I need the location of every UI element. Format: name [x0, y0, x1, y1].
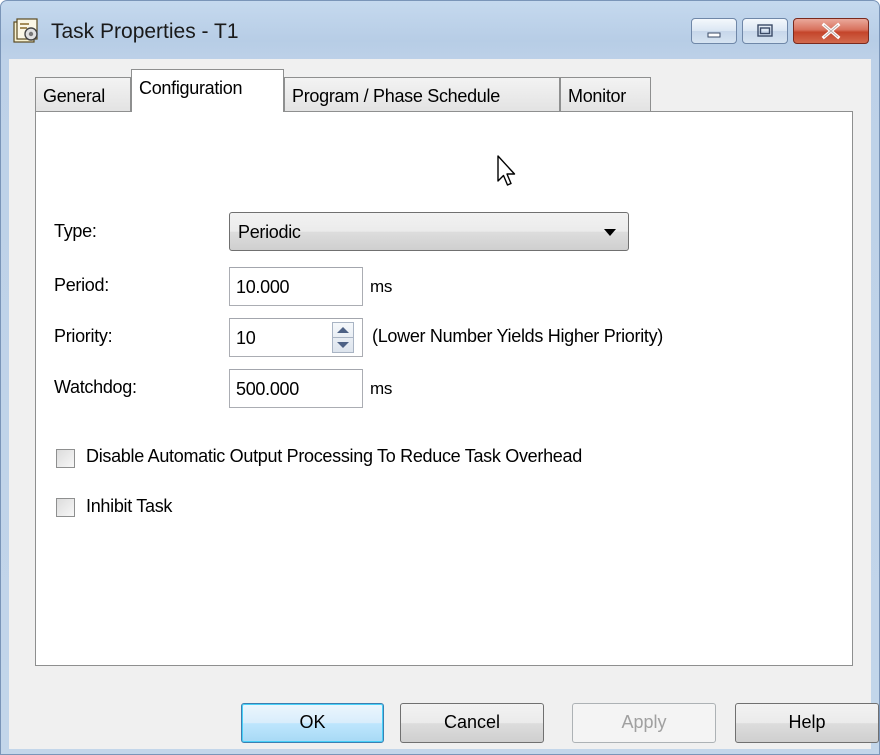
watchdog-label: Watchdog:	[54, 377, 137, 397]
apply-button[interactable]: Apply	[572, 703, 716, 743]
type-value: Periodic	[238, 222, 301, 242]
period-label: Period:	[54, 275, 109, 295]
period-value: 10.000	[236, 277, 290, 297]
task-properties-icon	[13, 18, 38, 43]
watchdog-unit: ms	[370, 379, 393, 398]
priority-value: 10	[236, 328, 256, 348]
priority-spinner[interactable]	[332, 322, 354, 353]
period-input[interactable]: 10.000	[229, 267, 363, 306]
dialog-client-area: General Configuration Program / Phase Sc…	[9, 59, 879, 749]
priority-hint: (Lower Number Yields Higher Priority)	[372, 326, 663, 346]
spin-down-icon[interactable]	[337, 342, 349, 348]
mouse-cursor-icon	[497, 155, 516, 186]
disable-output-checkbox[interactable]	[56, 449, 75, 468]
task-properties-window: Task Properties - T1 General Configurati…	[0, 0, 880, 755]
disable-output-label[interactable]: Disable Automatic Output Processing To R…	[86, 446, 582, 467]
type-label: Type:	[54, 221, 97, 241]
priority-label: Priority:	[54, 326, 113, 346]
inhibit-task-label[interactable]: Inhibit Task	[86, 496, 172, 517]
spin-up-icon[interactable]	[337, 327, 349, 333]
close-button[interactable]	[793, 18, 869, 44]
tab-monitor[interactable]: Monitor	[560, 77, 651, 111]
help-button[interactable]: Help	[735, 703, 879, 743]
period-unit: ms	[370, 277, 393, 296]
watchdog-input[interactable]: 500.000	[229, 369, 363, 408]
type-dropdown[interactable]: Periodic	[229, 212, 629, 251]
maximize-button[interactable]	[742, 18, 788, 44]
watchdog-value: 500.000	[236, 379, 299, 399]
tab-configuration[interactable]: Configuration	[131, 69, 284, 112]
inhibit-task-checkbox[interactable]	[56, 498, 75, 517]
tab-program-phase-schedule[interactable]: Program / Phase Schedule	[284, 77, 560, 111]
minimize-icon	[707, 32, 721, 38]
spin-divider	[333, 337, 353, 338]
ok-button[interactable]: OK	[241, 703, 384, 743]
configuration-panel: Type: Periodic Period: 10.000 ms Priorit…	[35, 111, 853, 666]
window-title: Task Properties - T1	[51, 20, 239, 43]
tab-general[interactable]: General	[35, 77, 131, 111]
dropdown-arrow-icon	[604, 229, 616, 236]
title-bar[interactable]: Task Properties - T1	[1, 1, 879, 59]
cancel-button[interactable]: Cancel	[400, 703, 544, 743]
minimize-button[interactable]	[691, 18, 737, 44]
close-icon	[821, 22, 841, 40]
maximize-icon	[757, 24, 773, 37]
